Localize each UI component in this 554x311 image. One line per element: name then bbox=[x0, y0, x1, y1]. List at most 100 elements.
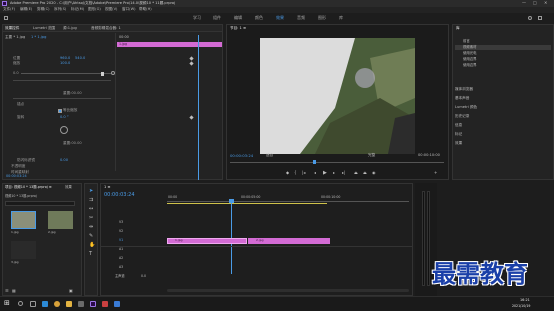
workspace-effects[interactable]: 效果 bbox=[276, 16, 284, 20]
go-to-in-icon[interactable]: |◂ bbox=[302, 171, 305, 175]
task-view-icon[interactable] bbox=[30, 301, 36, 307]
position-y-value[interactable]: 540.0 bbox=[75, 56, 85, 61]
search-icon[interactable] bbox=[528, 16, 532, 20]
edge-icon[interactable] bbox=[42, 301, 48, 307]
go-to-out-icon[interactable]: ▸| bbox=[342, 171, 345, 175]
workspace-audio[interactable]: 音频 bbox=[297, 16, 305, 20]
workspace-graphics[interactable]: 图形 bbox=[318, 16, 326, 20]
ec-playhead[interactable] bbox=[198, 35, 199, 180]
workspace-editing[interactable]: 编辑 bbox=[234, 16, 242, 20]
icon-view-icon[interactable]: ▦ bbox=[12, 289, 16, 293]
track-label-v1[interactable]: V1 bbox=[119, 238, 123, 242]
work-area-bar[interactable] bbox=[167, 203, 327, 204]
menu-help[interactable]: 帮助(H) bbox=[139, 7, 152, 12]
lift-icon[interactable]: ⏏ bbox=[354, 171, 358, 175]
close-button[interactable]: ✕ bbox=[544, 1, 547, 5]
uniform-scale-label[interactable]: 等比缩放 bbox=[63, 108, 77, 113]
selection-tool-icon[interactable]: ➤ bbox=[89, 189, 93, 194]
track-select-tool-icon[interactable]: ⇉ bbox=[89, 198, 93, 203]
step-back-icon[interactable]: ◂ bbox=[314, 171, 316, 175]
menu-window[interactable]: 窗口(W) bbox=[122, 7, 136, 12]
type-tool-icon[interactable]: T bbox=[89, 252, 92, 257]
program-scrub-bar[interactable] bbox=[230, 162, 444, 163]
track-label-v3[interactable]: V3 bbox=[119, 220, 123, 224]
workspace-color[interactable]: 颜色 bbox=[255, 16, 263, 20]
ec-clip-bar[interactable] bbox=[117, 42, 222, 47]
fit-dropdown[interactable]: 适合 bbox=[266, 153, 273, 158]
tab-lumetri-scopes[interactable]: Lumetri 范围 bbox=[33, 26, 55, 31]
library-title[interactable]: 库 bbox=[456, 26, 460, 31]
position-keyframe-icon[interactable] bbox=[189, 56, 194, 61]
rotation-keyframe-icon[interactable] bbox=[189, 115, 194, 120]
mark-out-icon[interactable]: { bbox=[294, 171, 297, 175]
chrome-icon[interactable] bbox=[54, 301, 60, 307]
track-label-a1[interactable]: A1 bbox=[119, 247, 123, 251]
menu-file[interactable]: 文件(F) bbox=[3, 7, 15, 12]
pen-tool-icon[interactable]: ✎ bbox=[89, 234, 93, 239]
home-icon[interactable] bbox=[4, 16, 8, 20]
library-folder-item[interactable]: 使用光电 bbox=[463, 51, 477, 55]
section-essential-sound[interactable]: 基本声音 bbox=[455, 96, 469, 101]
premiere-pro-taskbar-icon[interactable] bbox=[90, 301, 96, 307]
library-folder-item[interactable]: 使用边界 bbox=[463, 57, 477, 61]
timeline-timecode[interactable]: 00:00:03:24 bbox=[104, 193, 135, 198]
section-lumetri-color[interactable]: Lumetri 颜色 bbox=[455, 105, 477, 110]
clock-date[interactable]: 2021/10/19 bbox=[512, 304, 530, 308]
timeline-tab[interactable]: 1 ≡ bbox=[104, 185, 110, 190]
scale-keyframe-icon[interactable] bbox=[189, 61, 194, 66]
track-label-a3[interactable]: A3 bbox=[119, 265, 123, 269]
library-folder-item[interactable]: 视频素材 bbox=[463, 45, 477, 49]
new-item-icon[interactable]: ▣ bbox=[69, 289, 73, 293]
workspace-assembly[interactable]: 组件 bbox=[213, 16, 221, 20]
uniform-scale-checkbox[interactable] bbox=[58, 108, 62, 113]
workspace-learn[interactable]: 学习 bbox=[193, 16, 201, 20]
section-effects[interactable]: 效果 bbox=[455, 141, 462, 146]
timeline-ruler[interactable] bbox=[167, 201, 409, 202]
extract-icon[interactable]: ⏏ bbox=[363, 171, 367, 175]
tab-source[interactable]: 源:1.jpg bbox=[63, 26, 77, 31]
master-volume-value[interactable]: 0.0 bbox=[141, 274, 146, 278]
tab-effect-controls[interactable]: 效果控件 bbox=[5, 26, 19, 31]
track-label-v2[interactable]: V2 bbox=[119, 229, 123, 233]
scale-value[interactable]: 100.0 bbox=[60, 61, 70, 66]
export-frame-icon[interactable]: ◉ bbox=[372, 171, 376, 175]
step-forward-icon[interactable]: ▸ bbox=[333, 171, 335, 175]
quality-dropdown[interactable]: 完整 bbox=[368, 153, 375, 158]
library-folder-item[interactable]: 使用边界 bbox=[463, 63, 477, 67]
maximize-button[interactable]: □ bbox=[533, 1, 537, 5]
timeline-playhead[interactable] bbox=[231, 199, 232, 274]
windows-start-icon[interactable]: ⊞ bbox=[4, 300, 10, 307]
list-view-icon[interactable]: ☰ bbox=[5, 289, 9, 293]
razor-tool-icon[interactable]: ✂ bbox=[89, 216, 93, 221]
app-icon[interactable] bbox=[114, 301, 120, 307]
add-button-icon[interactable]: + bbox=[434, 171, 437, 175]
section-markers[interactable]: 标记 bbox=[455, 132, 462, 137]
play-icon[interactable]: ▶ bbox=[323, 171, 327, 176]
notifications-icon[interactable] bbox=[538, 16, 542, 20]
app-icon[interactable] bbox=[78, 301, 84, 307]
rotation-value[interactable]: 0.0 ° bbox=[60, 115, 69, 120]
section-media-browser[interactable]: 媒体浏览器 bbox=[455, 87, 473, 92]
sequence-label[interactable]: 1 * 1.jpg bbox=[31, 35, 46, 40]
app-icon[interactable] bbox=[102, 301, 108, 307]
tab-audio-clip-mixer[interactable]: 音频剪辑混合器: 1 bbox=[91, 26, 121, 31]
track-label-a2[interactable]: A2 bbox=[119, 256, 123, 260]
section-info[interactable]: 信息 bbox=[455, 123, 462, 128]
menu-graphics[interactable]: 图形(G) bbox=[88, 7, 101, 12]
scale-slider-track[interactable] bbox=[21, 73, 111, 74]
clock-time[interactable]: 16:21 bbox=[520, 298, 530, 302]
workspace-libraries[interactable]: 库 bbox=[339, 16, 343, 20]
timeline-scrollbar[interactable] bbox=[167, 289, 409, 292]
thumbnail-1[interactable] bbox=[11, 211, 36, 229]
menu-clip[interactable]: 剪辑(C) bbox=[37, 7, 50, 12]
slip-tool-icon[interactable]: ⇹ bbox=[89, 225, 93, 230]
program-playhead[interactable] bbox=[313, 160, 316, 164]
section-history[interactable]: 历史记录 bbox=[455, 114, 469, 119]
thumbnail-2[interactable] bbox=[48, 211, 73, 229]
tab-project[interactable]: 项目: 视频10 * 13题.prproj ≡ bbox=[5, 185, 52, 189]
timeline-playhead-head[interactable] bbox=[229, 199, 234, 203]
anti-flicker-value[interactable]: 0.00 bbox=[60, 158, 68, 163]
scale-slider-thumb[interactable] bbox=[101, 71, 104, 76]
file-explorer-icon[interactable] bbox=[66, 301, 72, 307]
hand-tool-icon[interactable]: ✋ bbox=[89, 243, 95, 248]
